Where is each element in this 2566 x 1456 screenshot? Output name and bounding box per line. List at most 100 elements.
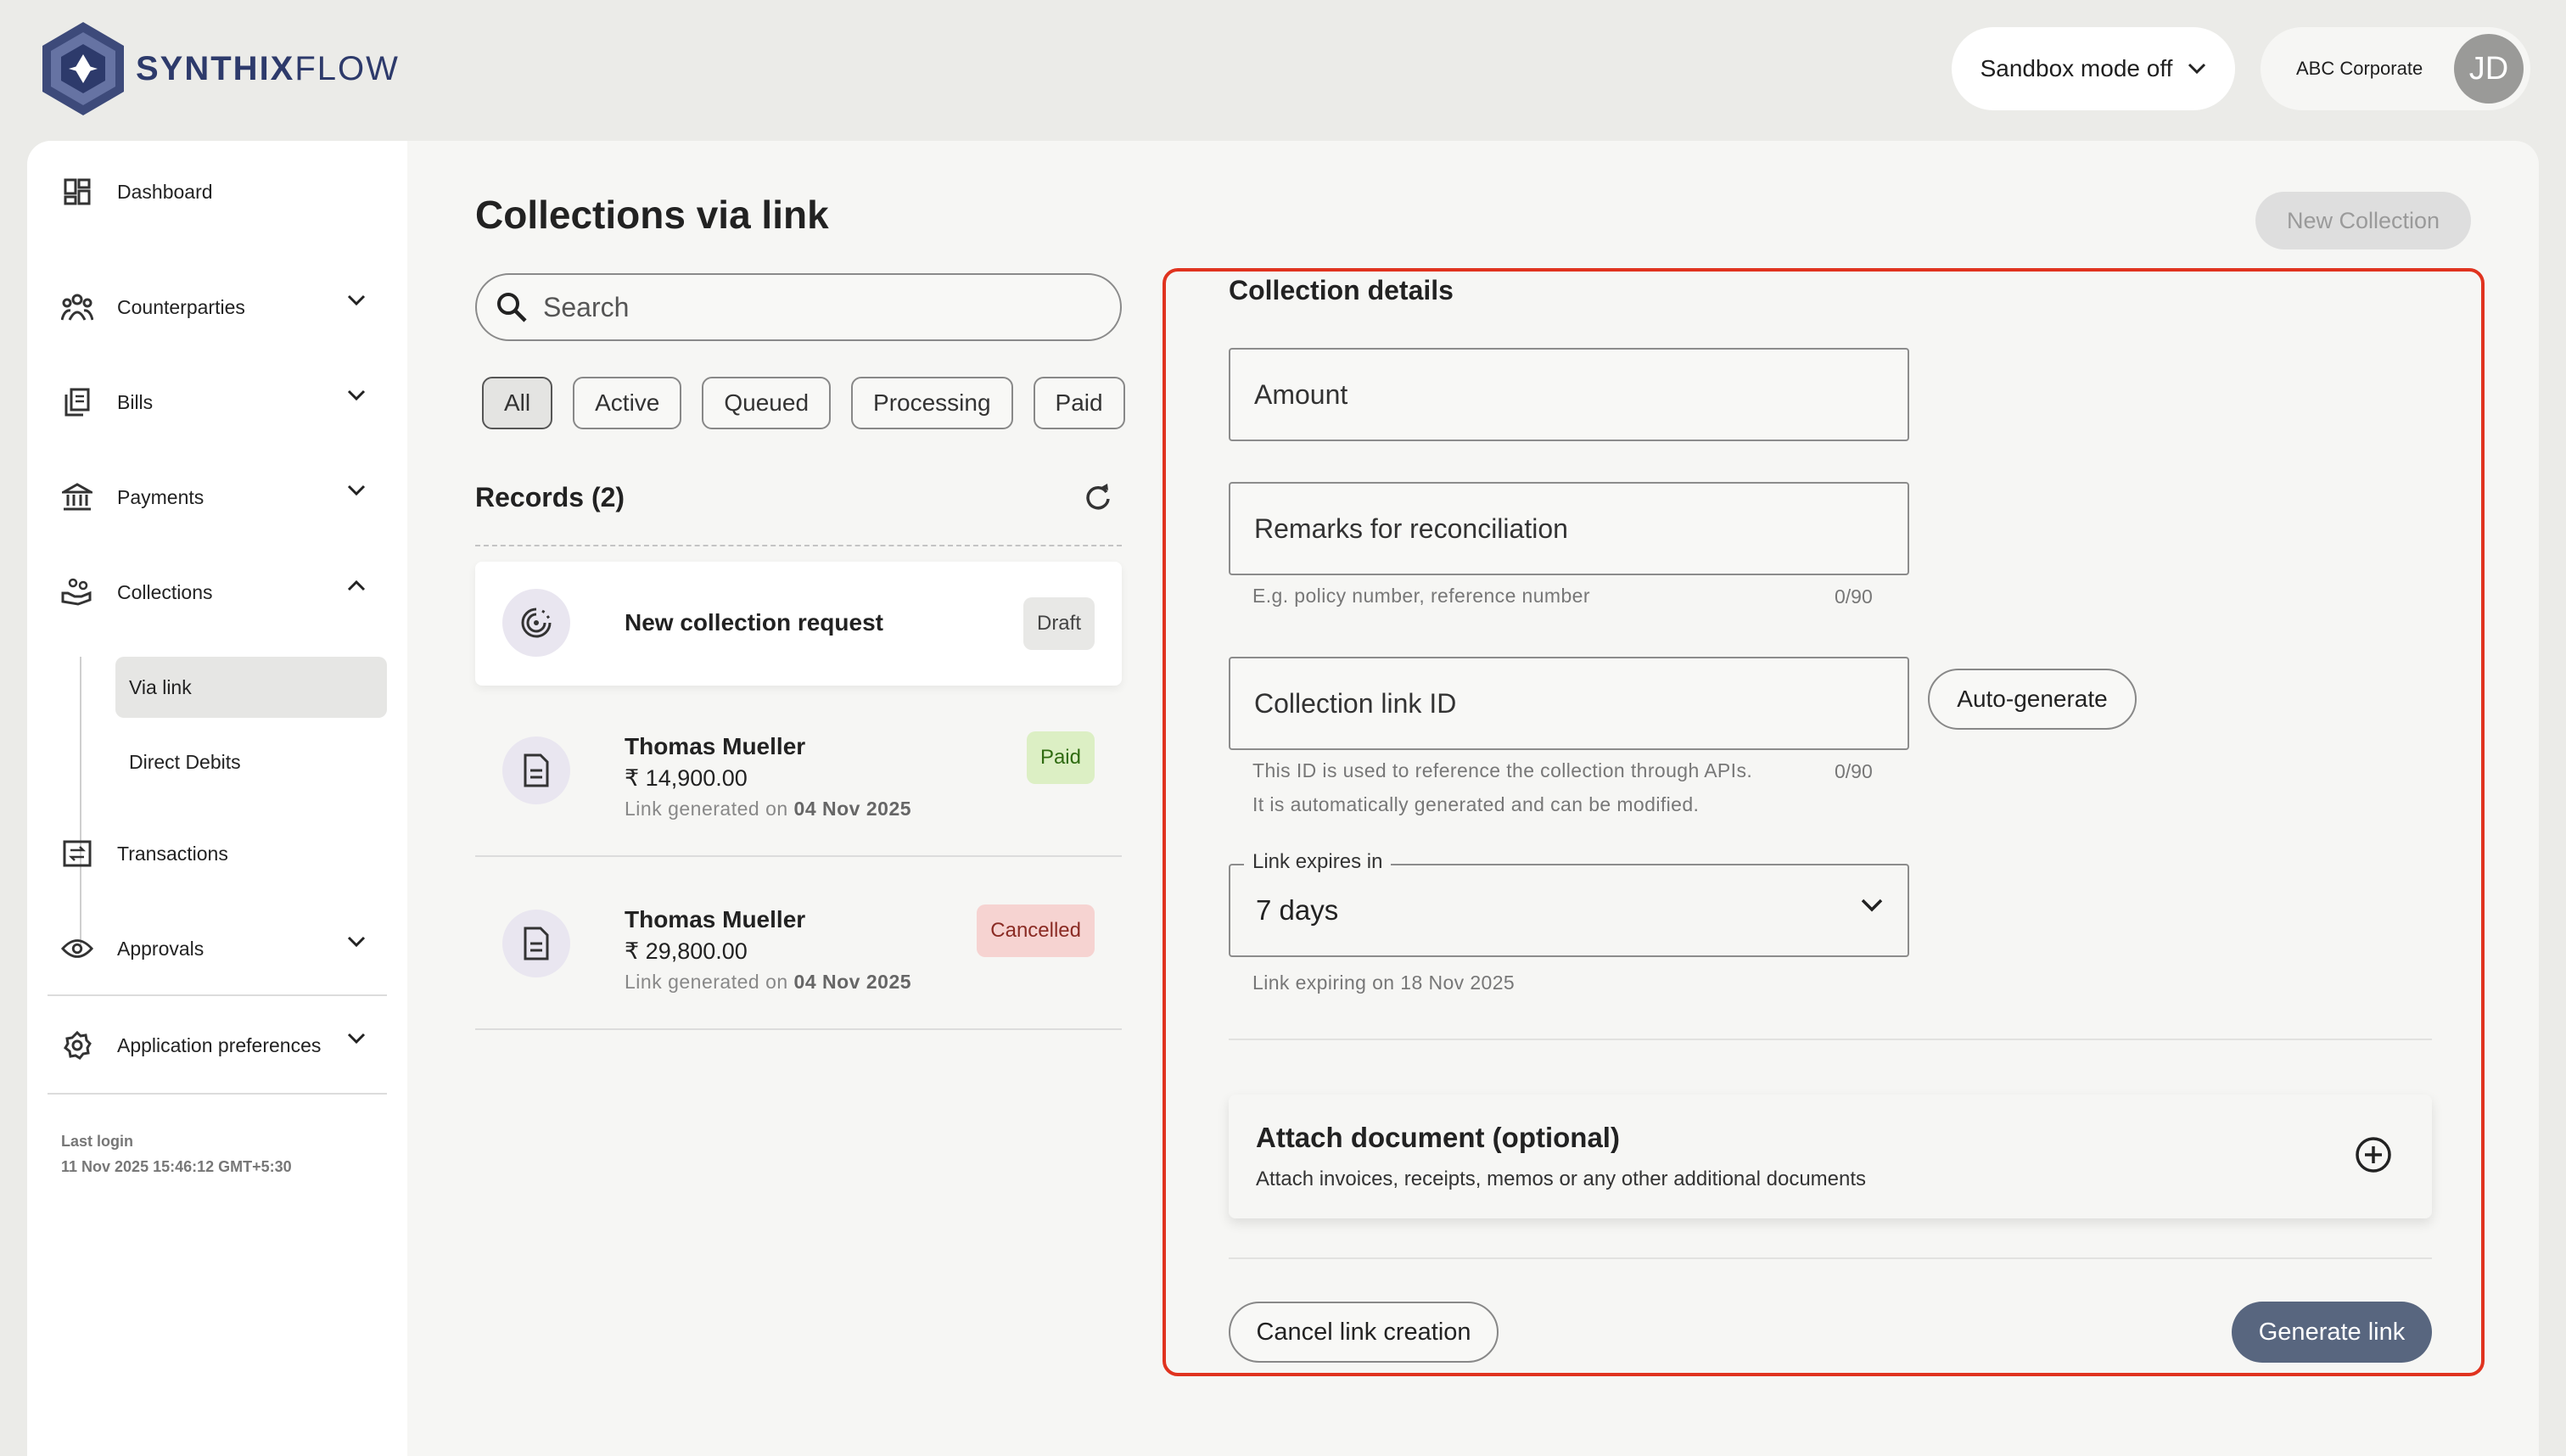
link-expiry-hint: Link expiring on 18 Nov 2025 [1252, 972, 1516, 994]
transactions-icon [61, 837, 93, 870]
filter-chip-all[interactable]: All [482, 377, 553, 429]
status-filter-group: All Active Queued Processing Paid [482, 377, 1125, 429]
section-title: Collection details [1229, 275, 1454, 305]
search-input[interactable] [543, 291, 1052, 323]
sidebar-item-label: Bills [117, 390, 154, 413]
sidebar-item-label: Approvals [117, 937, 204, 960]
filter-chip-queued[interactable]: Queued [702, 377, 832, 429]
submenu-guide-line [80, 657, 81, 945]
bills-icon [61, 386, 93, 418]
gear-icon [61, 1029, 93, 1061]
sandbox-mode-label: Sandbox mode off [1980, 55, 2173, 81]
new-collection-button[interactable]: New Collection [2255, 192, 2471, 249]
record-name: Thomas Mueller [625, 733, 806, 759]
sidebar-item-approvals[interactable]: Approvals [61, 923, 384, 974]
sidebar-item-payments[interactable]: Payments [61, 472, 384, 523]
link-expiry-value: 7 days [1256, 894, 1339, 926]
last-login: Last login 11 Nov 2025 15:46:12 GMT+5:30 [61, 1128, 292, 1179]
filter-chip-paid[interactable]: Paid [1033, 377, 1125, 429]
account-menu[interactable]: ABC Corporate JD [2261, 27, 2530, 110]
records-title: Records (2) [475, 482, 625, 512]
records-divider [475, 545, 1122, 546]
sidebar-subitem-direct-debits[interactable]: Direct Debits [115, 731, 387, 792]
filter-chip-processing[interactable]: Processing [851, 377, 1013, 429]
last-login-label: Last login [61, 1133, 133, 1150]
sidebar-divider [48, 1093, 387, 1095]
link-id-counter: 0/90 [1835, 760, 1873, 782]
sidebar-item-collections[interactable]: Collections [61, 567, 384, 618]
list-item[interactable]: Thomas Mueller ₹ 14,900.00 Link generate… [475, 704, 1122, 848]
sidebar-item-dashboard[interactable]: Dashboard [61, 166, 384, 217]
status-badge: Cancelled [977, 904, 1095, 957]
record-date: Link generated on 04 Nov 2025 [625, 798, 912, 820]
attach-subtitle: Attach invoices, receipts, memos or any … [1256, 1168, 1867, 1190]
last-login-value: 11 Nov 2025 15:46:12 GMT+5:30 [61, 1158, 292, 1175]
remarks-hint: E.g. policy number, reference number [1252, 585, 1590, 607]
link-id-hint: This ID is used to reference the collect… [1252, 759, 1753, 815]
record-name: Thomas Mueller [625, 906, 806, 932]
chevron-down-icon [347, 294, 366, 306]
chevron-down-icon [347, 936, 366, 948]
chevron-down-icon [347, 389, 366, 401]
record-amount: ₹ 14,900.00 [625, 765, 748, 791]
amount-field[interactable]: Amount [1229, 348, 1909, 441]
generate-link-button[interactable]: Generate link [2232, 1302, 2432, 1363]
record-name: New collection request [625, 609, 883, 636]
sidebar-item-label: Collections [117, 580, 213, 603]
page-title: Collections via link [475, 193, 829, 237]
search-icon [497, 293, 527, 322]
auto-generate-button[interactable]: Auto-generate [1928, 669, 2137, 730]
account-name: ABC Corporate [2296, 58, 2423, 79]
eye-icon [61, 932, 93, 965]
document-icon [502, 910, 570, 977]
dashboard-icon [61, 176, 93, 208]
brand-logo[interactable]: SYNTHIXFLOW [39, 20, 400, 117]
link-expiry-label: Link expires in [1244, 850, 1392, 874]
progress-icon [502, 589, 570, 657]
chevron-up-icon [347, 580, 366, 591]
cancel-link-creation-button[interactable]: Cancel link creation [1229, 1302, 1499, 1363]
row-divider [475, 855, 1122, 857]
add-circle-icon[interactable] [2354, 1135, 2393, 1174]
status-badge: Paid [1026, 731, 1095, 784]
sandbox-mode-dropdown[interactable]: Sandbox mode off [1952, 27, 2235, 110]
sidebar-item-label: Dashboard [117, 180, 213, 203]
chevron-down-icon [347, 484, 366, 496]
chevron-down-icon [347, 1033, 366, 1044]
list-item[interactable]: Thomas Mueller ₹ 29,800.00 Link generate… [475, 877, 1122, 1022]
chevron-down-icon [1861, 899, 1883, 912]
avatar[interactable]: JD [2454, 34, 2524, 104]
chevron-down-icon [2188, 63, 2206, 75]
list-item[interactable]: New collection request Draft [475, 562, 1122, 686]
bank-icon [61, 481, 93, 513]
sidebar-item-label: Transactions [117, 842, 228, 865]
attach-document-section[interactable]: Attach document (optional) Attach invoic… [1229, 1095, 2432, 1218]
status-badge: Draft [1022, 597, 1095, 650]
sidebar-item-label: Payments [117, 485, 204, 508]
record-date: Link generated on 04 Nov 2025 [625, 971, 912, 993]
link-expiry-select[interactable]: 7 days [1229, 864, 1909, 957]
sidebar-subitem-via-link[interactable]: Via link [115, 657, 387, 718]
form-divider [1229, 1039, 2432, 1040]
sidebar-item-bills[interactable]: Bills [61, 377, 384, 428]
sidebar-item-label: Counterparties [117, 295, 245, 318]
sidebar-item-application-preferences[interactable]: Application preferences [61, 1020, 384, 1071]
sidebar-item-transactions[interactable]: Transactions [61, 828, 384, 879]
document-icon [502, 736, 570, 804]
collections-icon [61, 576, 93, 608]
search-field[interactable] [475, 273, 1122, 341]
remarks-counter: 0/90 [1835, 585, 1873, 608]
record-amount: ₹ 29,800.00 [625, 938, 748, 964]
refresh-icon[interactable] [1083, 482, 1113, 512]
filter-chip-active[interactable]: Active [573, 377, 682, 429]
remarks-field[interactable]: Remarks for reconciliation [1229, 482, 1909, 575]
brand-name: SYNTHIXFLOW [136, 49, 400, 87]
attach-title: Attach document (optional) [1256, 1122, 1620, 1153]
logo-icon [42, 22, 124, 115]
people-icon [61, 291, 93, 323]
sidebar-item-label: Application preferences [117, 1033, 322, 1056]
sidebar: Dashboard Counterparties Bills Payments [27, 141, 407, 1456]
collection-link-id-field[interactable]: Collection link ID [1229, 657, 1909, 750]
sidebar-item-counterparties[interactable]: Counterparties [61, 282, 384, 333]
form-divider [1229, 1257, 2432, 1259]
